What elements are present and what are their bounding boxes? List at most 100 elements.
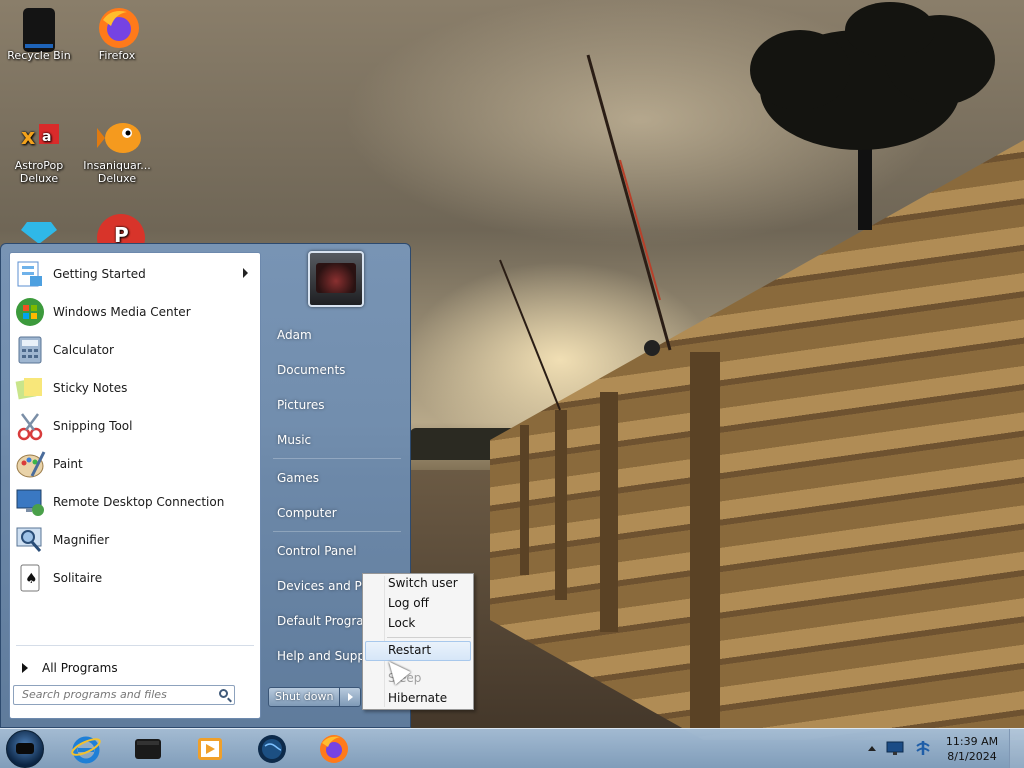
network-icon[interactable] (886, 740, 904, 756)
wallpaper-tree (750, 2, 995, 230)
firefox-icon (97, 6, 139, 48)
insaniquarium-icon (97, 116, 141, 156)
menu-item-switch-user[interactable]: Switch user (365, 574, 471, 594)
start-right-separator (273, 458, 401, 459)
program-remote-desktop[interactable]: Remote Desktop Connection (12, 484, 258, 520)
all-programs-button[interactable]: All Programs (18, 657, 254, 679)
wallpaper-fishing-rods (499, 54, 672, 411)
magnifier-icon (16, 527, 42, 552)
start-link-label: Computer (277, 506, 337, 520)
desktop-icon-recycle-bin[interactable]: Recycle Bin (0, 6, 78, 62)
program-label: Magnifier (53, 533, 110, 547)
recycle-bin-icon (19, 6, 59, 52)
wallpaper-fence-post (600, 392, 618, 632)
remote-desktop-icon (16, 489, 44, 516)
snipping-tool-icon (17, 413, 43, 441)
sticky-notes-icon (15, 378, 42, 400)
program-label: Getting Started (53, 267, 146, 281)
tray-up-arrow-icon[interactable] (868, 745, 876, 751)
desktop-icon-astropop[interactable]: xa AstroPop Deluxe (0, 116, 78, 185)
all-programs-arrow-icon (22, 663, 28, 673)
menu-item-restart[interactable]: Restart (365, 641, 471, 661)
svg-text:x: x (21, 125, 35, 150)
svg-text:♠: ♠ (25, 571, 38, 587)
desktop-icon-firefox[interactable]: Firefox (78, 6, 156, 62)
all-programs-label: All Programs (42, 661, 118, 675)
program-label: Sticky Notes (53, 381, 128, 395)
start-link-computer[interactable]: Computer (267, 499, 405, 527)
calculator-icon (18, 336, 42, 364)
menu-item-label: Hibernate (388, 691, 448, 705)
menu-item-label: Switch user (388, 576, 458, 590)
start-link-control-panel[interactable]: Control Panel (267, 537, 405, 565)
program-label: Remote Desktop Connection (53, 495, 225, 509)
program-windows-media-center[interactable]: Windows Media Center (12, 294, 258, 330)
start-link-label: Music (277, 433, 312, 447)
start-link-pictures[interactable]: Pictures (267, 391, 405, 419)
submenu-arrow-icon (243, 268, 248, 278)
program-magnifier[interactable]: Magnifier (12, 522, 258, 558)
start-menu: Getting Started Windows Media Center Cal… (0, 243, 411, 728)
menu-separator (387, 637, 471, 638)
program-snipping-tool[interactable]: Snipping Tool (12, 408, 258, 444)
program-label: Solitaire (53, 571, 103, 585)
start-right-separator (273, 531, 401, 532)
start-link-games[interactable]: Games (267, 464, 405, 492)
desktop-icon-label: Recycle Bin (7, 49, 71, 62)
solitaire-icon: ♠ (20, 564, 40, 592)
program-getting-started[interactable]: Getting Started (12, 256, 258, 292)
menu-item-log-off[interactable]: Log off (365, 594, 471, 614)
clock[interactable]: 11:39 AM 8/1/2024 (936, 734, 1008, 764)
program-sticky-notes[interactable]: Sticky Notes (12, 370, 258, 406)
menu-item-hibernate[interactable]: Hibernate (365, 689, 471, 709)
taskbar: 11:39 AM 8/1/2024 (0, 728, 1024, 768)
menu-item-label: Restart (388, 643, 432, 657)
program-label: Paint (53, 457, 83, 471)
start-menu-programs-pane: Getting Started Windows Media Center Cal… (9, 252, 261, 719)
power-options-menu: Switch user Log off Lock Restart Sleep H… (362, 573, 474, 710)
program-paint[interactable]: Paint (12, 446, 258, 482)
desktop-icon-insaniquarium[interactable]: Insaniquar... Deluxe (78, 116, 156, 185)
user-picture[interactable] (308, 251, 364, 307)
menu-item-sleep: Sleep (365, 669, 471, 689)
start-link-music[interactable]: Music (267, 426, 405, 454)
program-label: Windows Media Center (53, 305, 191, 319)
paint-icon (16, 451, 46, 478)
wallpaper-fence-post (520, 425, 529, 575)
svg-text:a: a (42, 129, 51, 145)
internet-explorer-icon[interactable] (70, 733, 102, 765)
svg-text:P: P (114, 223, 129, 244)
action-center-icon[interactable] (914, 739, 932, 757)
program-label: Calculator (53, 343, 114, 357)
start-link-label: Pictures (277, 398, 325, 412)
programs-separator (16, 645, 254, 646)
show-desktop-button[interactable] (1009, 729, 1024, 768)
desktop-icon-label: AstroPop Deluxe (14, 159, 64, 185)
explorer-icon[interactable] (132, 733, 164, 765)
world-icon[interactable] (256, 733, 288, 765)
search-input[interactable]: Search programs and files (13, 685, 235, 705)
menu-item-lock[interactable]: Lock (365, 614, 471, 634)
start-link-label: Control Panel (277, 544, 357, 558)
wallpaper-fence-post (555, 410, 567, 600)
shutdown-button[interactable]: Shut down (268, 687, 340, 707)
getting-started-icon (17, 261, 42, 287)
start-link-label: Games (277, 471, 319, 485)
media-player-icon[interactable] (194, 733, 226, 765)
desktop-icon-label: Insaniquar... Deluxe (83, 159, 151, 185)
program-calculator[interactable]: Calculator (12, 332, 258, 368)
program-solitaire[interactable]: ♠ Solitaire (12, 560, 258, 596)
menu-item-label: Log off (388, 596, 429, 610)
clock-time: 11:39 AM (945, 735, 999, 748)
search-icon[interactable] (219, 689, 228, 698)
start-link-user[interactable]: Adam (267, 321, 405, 349)
start-link-documents[interactable]: Documents (267, 356, 405, 384)
start-orb-icon[interactable] (6, 730, 44, 768)
menu-item-label: Lock (388, 616, 416, 630)
firefox-icon[interactable] (318, 733, 350, 765)
clock-date: 8/1/2024 (947, 750, 997, 763)
shutdown-options-button[interactable] (340, 687, 361, 707)
media-center-icon (16, 298, 44, 326)
system-tray (868, 739, 932, 757)
program-label: Snipping Tool (53, 419, 133, 433)
